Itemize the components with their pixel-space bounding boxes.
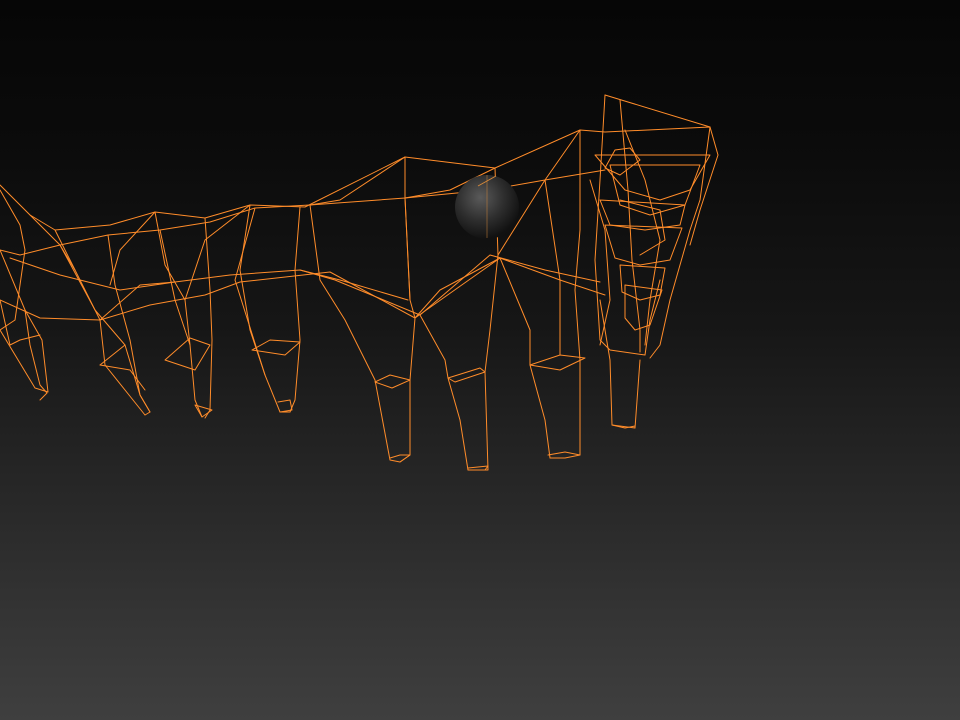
sphere-gizmo[interactable] [455, 175, 519, 239]
tooth-7 [499, 129, 586, 459]
tooth-2 [54, 229, 151, 416]
tooth-8-cluster [589, 94, 719, 429]
ridge-top-edge [0, 126, 719, 231]
tooth-4 [234, 204, 301, 413]
gum-ridge [0, 126, 719, 321]
ridge-lower-edge [0, 257, 606, 321]
tooth-3 [154, 211, 213, 419]
3d-viewport[interactable] [0, 0, 960, 720]
wireframe-canvas[interactable] [0, 0, 960, 720]
